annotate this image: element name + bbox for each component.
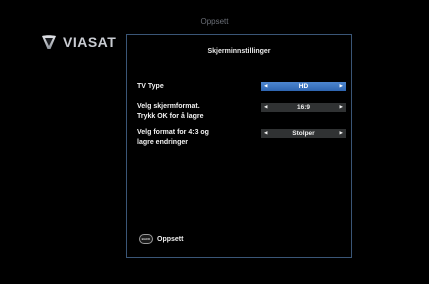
tv-type-selector[interactable]: ◀ HD ▶ — [261, 82, 346, 91]
setting-label-line: Velg format for 4:3 og — [137, 129, 209, 136]
format-43-selector[interactable]: ◀ Stolper ▶ — [261, 129, 346, 138]
setting-label-line: lagre endringer — [137, 139, 188, 146]
panel-title: Skjerminnstillinger — [207, 48, 271, 55]
setting-label-screen-format: Velg skjermformat. Trykk OK for å lagre — [137, 102, 247, 122]
selector-value: Stolper — [292, 130, 315, 137]
back-hint[interactable]: BACK Oppsett — [139, 234, 183, 244]
back-button-icon[interactable]: BACK — [139, 234, 153, 244]
setting-label-43-format: Velg format for 4:3 og lagre endringer — [137, 128, 247, 148]
selector-value: HD — [298, 83, 309, 90]
setting-label-line: TV Type — [137, 83, 164, 90]
screen: Oppsett VIASAT Skjerminnstillinger TV Ty… — [0, 0, 429, 284]
page-title: Oppsett — [200, 17, 229, 26]
screen-format-selector[interactable]: ◀ 16:9 ▶ — [261, 103, 346, 112]
arrow-right-icon[interactable]: ▶ — [340, 84, 343, 89]
viasat-logo-icon — [42, 35, 56, 49]
arrow-right-icon[interactable]: ▶ — [340, 131, 343, 136]
arrow-right-icon[interactable]: ▶ — [340, 105, 343, 110]
selector-value: 16:9 — [296, 104, 310, 111]
setting-label-line: Velg skjermformat. — [137, 103, 200, 110]
setting-label-line: Trykk OK for å lagre — [137, 113, 204, 120]
logo-text: VIASAT — [63, 34, 117, 50]
back-label: Oppsett — [157, 235, 184, 243]
settings-panel: Skjerminnstillinger TV Type ◀ HD ▶ Velg … — [126, 34, 352, 258]
setting-label-tv-type: TV Type — [137, 82, 247, 92]
viasat-logo: VIASAT — [39, 34, 116, 50]
